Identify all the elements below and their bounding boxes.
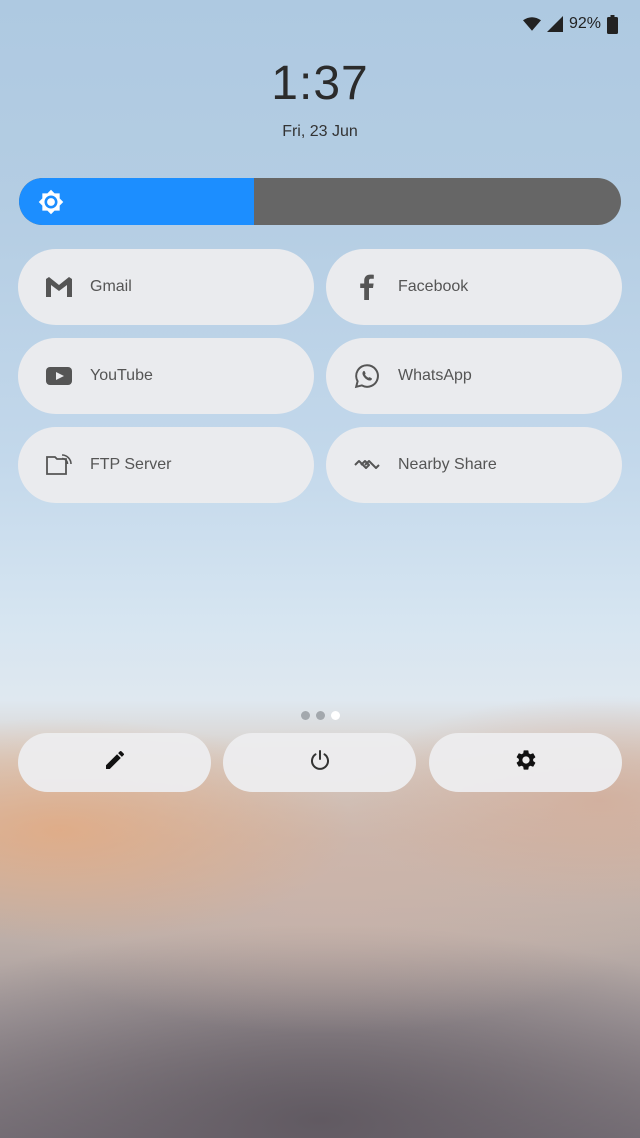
power-icon [308, 748, 332, 777]
cellular-signal-icon [546, 16, 563, 32]
shortcut-youtube[interactable]: YouTube [18, 338, 314, 414]
youtube-icon [45, 362, 73, 390]
wifi-icon [522, 17, 541, 31]
nearby-share-icon [353, 451, 381, 479]
page-dot-active[interactable] [330, 711, 340, 720]
facebook-icon [353, 273, 381, 301]
shortcut-label: Facebook [398, 278, 469, 295]
settings-gear-icon [514, 748, 538, 777]
battery-text: 92% [568, 15, 601, 32]
page-dot[interactable] [300, 711, 310, 720]
edit-pencil-icon [103, 748, 127, 777]
shortcut-gmail[interactable]: Gmail [18, 249, 314, 325]
shortcut-nearby-share[interactable]: Nearby Share [326, 427, 622, 503]
shortcut-facebook[interactable]: Facebook [326, 249, 622, 325]
gmail-icon [45, 273, 73, 301]
battery-icon [607, 14, 618, 34]
clock-date: Fri, 23 Jun [282, 123, 358, 140]
status-bar: 92% [522, 10, 618, 38]
power-button[interactable] [223, 733, 416, 792]
shortcut-label: YouTube [90, 367, 153, 384]
page-dot[interactable] [315, 711, 325, 720]
edit-button[interactable] [18, 733, 211, 792]
shortcut-ftp-server[interactable]: FTP Server [18, 427, 314, 503]
brightness-icon [38, 189, 64, 215]
shortcut-label: FTP Server [90, 456, 172, 473]
brightness-slider[interactable] [19, 178, 621, 225]
shortcut-label: WhatsApp [398, 367, 472, 384]
shortcut-label: Gmail [90, 278, 132, 295]
clock-time: 1:37 [271, 57, 369, 110]
shortcut-label: Nearby Share [398, 456, 497, 473]
shortcut-whatsapp[interactable]: WhatsApp [326, 338, 622, 414]
whatsapp-icon [353, 362, 381, 390]
page-indicator [0, 711, 640, 720]
ftp-folder-icon [45, 451, 73, 479]
settings-button[interactable] [429, 733, 622, 792]
